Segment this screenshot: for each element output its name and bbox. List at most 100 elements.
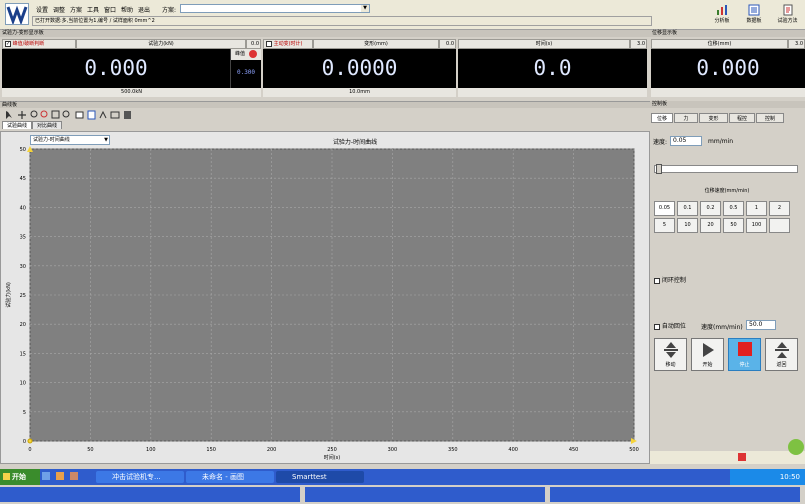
fit-icon[interactable] (110, 111, 120, 119)
active-deform-checkbox[interactable]: 主动变(时计) (263, 39, 313, 49)
peak-header: 峰值 (231, 49, 261, 60)
x-axis-label: 时间(s) (324, 454, 341, 461)
rate-buttons: 0.05 0.1 0.2 0.5 1 2 5 10 20 50 100 (654, 201, 801, 233)
tab-displacement[interactable]: 位移 (651, 113, 673, 123)
test-method-button[interactable]: 试验方法 (770, 2, 805, 28)
display-section-title: 试验力-变形显示板 (0, 30, 650, 37)
taskbar: 开始 冲击试验机专... 未命名 - 画图 Smarttest 10:50 (0, 469, 805, 485)
return-button[interactable]: 返回 (765, 338, 798, 371)
stop-label: 停止 (739, 362, 750, 368)
x-tick-label: 250 (327, 447, 337, 453)
menu-tools[interactable]: 工具 (87, 5, 99, 14)
rate-button[interactable]: 2 (769, 201, 790, 216)
x-tick-label: 350 (448, 447, 458, 453)
export-icon[interactable] (124, 111, 131, 119)
slider-handle[interactable] (656, 164, 662, 174)
menu-exit[interactable]: 退出 (138, 5, 150, 14)
assistant-icon[interactable] (788, 439, 804, 455)
chart-icon (717, 5, 727, 15)
rate-button[interactable] (769, 218, 790, 233)
play-icon (702, 343, 714, 357)
print-icon[interactable] (75, 111, 84, 119)
desktop-icon[interactable] (42, 472, 50, 480)
menu-window[interactable]: 窗口 (104, 5, 116, 14)
top-toolbar: 设置 调整 方案 工具 窗口 帮助 退出 方案: ▼ 已打开数据:多,当前位置为… (0, 0, 805, 30)
rate-button[interactable]: 1 (746, 201, 767, 216)
stop-button[interactable]: 停止 (728, 338, 761, 371)
rate-button[interactable]: 0.1 (677, 201, 698, 216)
analysis-board-button[interactable]: 分析板 (706, 2, 738, 28)
rate-button[interactable]: 0.2 (700, 201, 721, 216)
menu-adjust[interactable]: 调整 (53, 5, 65, 14)
window-preview (0, 487, 300, 502)
menu-help[interactable]: 帮助 (121, 5, 133, 14)
force-time-chart[interactable]: 051015202530354045500 50 100 150 200 250 300 35… (0, 131, 650, 464)
start-button[interactable]: 开始 (691, 338, 724, 371)
curve-icon[interactable] (99, 110, 107, 119)
move-icon[interactable] (18, 111, 26, 119)
task-impact-tester[interactable]: 冲击试验机专... (96, 471, 184, 483)
peak-break-checkbox[interactable]: ✓ 峰值/破断判断 (2, 39, 76, 49)
position-header: 位移(mm) (651, 39, 788, 49)
rate-button[interactable]: 10 (677, 218, 698, 233)
tab-force[interactable]: 力 (674, 113, 698, 123)
rate-button[interactable]: 5 (654, 218, 675, 233)
y-tick-label: 5 (23, 410, 26, 416)
deform-value: 0.0000 (321, 56, 398, 80)
position-section-title: 位移显示板 (650, 30, 805, 37)
menu-settings[interactable]: 设置 (36, 5, 48, 14)
y-tick-label: 25 (20, 293, 26, 299)
y-tick-label: 20 (20, 322, 26, 328)
menu-scheme[interactable]: 方案 (70, 5, 82, 14)
return-speed-input[interactable]: 50.0 (746, 320, 776, 330)
reset-icon[interactable] (248, 49, 257, 58)
zoom-out-icon[interactable] (40, 110, 48, 118)
checkbox-icon[interactable] (654, 323, 660, 330)
app-icon[interactable] (70, 472, 78, 480)
tab-compare-curve[interactable]: 对比曲线 (32, 121, 63, 129)
tab-test-curve[interactable]: 试验曲线 (2, 121, 33, 129)
windows-icon (3, 473, 10, 480)
speed-unit: mm/min (708, 138, 734, 145)
pointer-icon[interactable] (6, 111, 12, 119)
rate-button[interactable]: 50 (723, 218, 744, 233)
checkbox-icon[interactable] (654, 277, 660, 284)
data-board-button[interactable]: 数据板 (738, 2, 770, 28)
rate-button[interactable]: 0.5 (723, 201, 744, 216)
list-icon[interactable] (87, 110, 96, 120)
rate-button[interactable]: 0.05 (654, 201, 675, 216)
app-logo-icon (5, 3, 29, 26)
scheme-select[interactable]: ▼ (180, 4, 370, 13)
start-label: 开始 (12, 473, 26, 481)
zoom-box-icon[interactable] (51, 110, 60, 119)
tab-control[interactable]: 控制 (756, 113, 784, 123)
force-display: 0.000 (2, 49, 230, 88)
checkbox-icon[interactable] (266, 40, 272, 47)
task-paint[interactable]: 未命名 - 画图 (186, 471, 274, 483)
rate-button[interactable]: 100 (746, 218, 767, 233)
search-icon[interactable] (62, 110, 70, 118)
messenger-icon[interactable] (56, 472, 64, 480)
ime-icon[interactable] (738, 453, 746, 461)
position-sub (651, 88, 805, 97)
time-header: 时间(s) (458, 39, 630, 49)
chevron-down-icon[interactable]: ▼ (361, 5, 369, 12)
move-button[interactable]: 移动 (654, 338, 687, 371)
data-board-label: 数据板 (746, 18, 762, 24)
auto-return-checkbox[interactable]: 自动回位 (654, 321, 686, 330)
task-smarttest[interactable]: Smarttest (276, 471, 364, 483)
closed-loop-label: 闭环控制 (661, 277, 686, 284)
system-tray: 10:50 (730, 469, 805, 485)
tab-program[interactable]: 程控 (729, 113, 755, 123)
closed-loop-checkbox[interactable]: 闭环控制 (654, 275, 686, 284)
speed-slider[interactable] (654, 164, 798, 174)
speed-input[interactable]: 0.05 (670, 136, 702, 146)
rate-button[interactable]: 20 (700, 218, 721, 233)
force-range: 500.0kN (2, 88, 261, 97)
x-tick-label: 150 (206, 447, 216, 453)
tab-deform[interactable]: 变形 (699, 113, 728, 123)
peak-value: 0.300 (236, 69, 256, 76)
start-button[interactable]: 开始 (0, 469, 40, 485)
checkbox-icon[interactable]: ✓ (5, 40, 11, 47)
zoom-in-icon[interactable] (30, 110, 38, 118)
